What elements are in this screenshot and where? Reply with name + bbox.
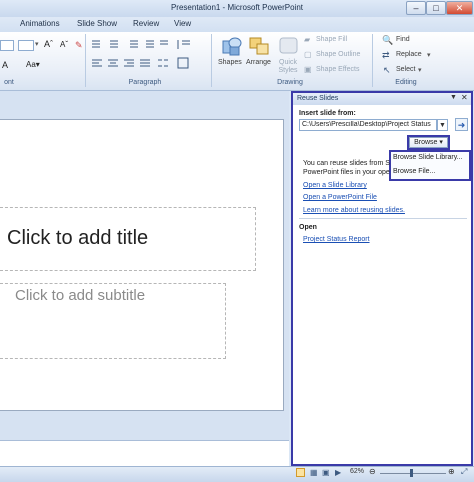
ribbon-tabs — [0, 17, 474, 32]
shape-outline-icon: ▢ — [304, 50, 312, 59]
quick-styles-icon[interactable] — [278, 35, 300, 57]
shrink-font-icon[interactable]: Aˇ — [60, 40, 68, 49]
status-bar — [0, 466, 474, 482]
tab-animations[interactable]: Animations — [20, 19, 60, 28]
ribbon-separator — [85, 34, 86, 87]
font-size-box[interactable] — [18, 40, 34, 51]
browse-button[interactable]: Browse ▾ — [409, 137, 448, 148]
subtitle-placeholder-text[interactable]: Click to add subtitle — [15, 287, 145, 304]
browse-file-item[interactable]: Browse File... — [393, 168, 435, 175]
info-text-line2: PowerPoint files in your ope — [303, 169, 390, 176]
arrange-button[interactable]: Arrange — [246, 59, 271, 66]
case-icon[interactable]: Aa▾ — [26, 60, 40, 69]
slide-show-icon[interactable]: ▶ — [335, 468, 341, 477]
insert-from-label: Insert slide from: — [299, 110, 356, 117]
go-arrow-icon[interactable]: ➜ — [455, 118, 468, 131]
ribbon-separator — [372, 34, 373, 87]
select-button[interactable]: Select — [396, 66, 415, 73]
pane-options-icon[interactable]: ▼ — [450, 94, 457, 101]
group-label-drawing: Drawing — [277, 79, 303, 86]
tab-review[interactable]: Review — [133, 19, 159, 28]
fit-slide-icon[interactable]: ⤢ — [461, 467, 467, 477]
group-label-paragraph: Paragraph — [128, 79, 162, 86]
tab-view[interactable]: View — [174, 19, 191, 28]
browse-slide-library-item[interactable]: Browse Slide Library... — [393, 154, 463, 161]
font-size-dropdown-icon[interactable]: ▾ — [35, 40, 39, 48]
zoom-out-icon[interactable]: ⊖ — [369, 467, 376, 476]
recent-file-link[interactable]: Project Status Report — [303, 236, 370, 243]
replace-dropdown-icon[interactable]: ▾ — [427, 51, 431, 59]
replace-icon: ⇄ — [382, 50, 390, 60]
zoom-slider-thumb[interactable] — [410, 469, 413, 477]
grow-font-icon[interactable]: Aˆ — [44, 39, 53, 49]
open-slide-library-link[interactable]: Open a Slide Library — [303, 182, 367, 189]
shape-fill-button[interactable]: Shape Fill — [316, 36, 347, 43]
shape-effects-button[interactable]: Shape Effects — [316, 66, 359, 73]
learn-more-link[interactable]: Learn more about reusing slides. — [303, 207, 405, 214]
path-dropdown-icon[interactable]: ▼ — [437, 119, 448, 131]
shape-effects-icon: ▣ — [304, 65, 312, 74]
pane-title: Reuse Slides — [297, 95, 339, 102]
pane-close-icon[interactable]: ✕ — [461, 93, 468, 102]
window-title: Presentation1 - Microsoft PowerPoint — [170, 3, 304, 12]
slide-sorter-icon[interactable]: ▦ — [310, 468, 318, 477]
group-label-editing: Editing — [395, 79, 417, 86]
find-icon: 🔍 — [382, 35, 394, 45]
zoom-slider-track[interactable] — [380, 473, 446, 474]
find-button[interactable]: Find — [396, 36, 410, 43]
ribbon-separator — [211, 34, 212, 87]
normal-view-icon[interactable] — [296, 468, 305, 477]
browse-button-label: Browse — [414, 139, 438, 146]
zoom-level[interactable]: 62% — [350, 468, 364, 475]
shape-outline-button[interactable]: Shape Outline — [316, 51, 360, 58]
minimize-button[interactable]: – — [406, 1, 426, 15]
group-label-font: ont — [4, 79, 14, 86]
open-heading: Open — [299, 224, 317, 231]
info-text-line1: You can reuse slides from S — [303, 160, 390, 167]
open-powerpoint-file-link[interactable]: Open a PowerPoint File — [303, 194, 377, 201]
clear-format-icon[interactable]: ✎ — [75, 40, 83, 51]
paragraph-controls[interactable] — [90, 38, 205, 72]
notes-pane[interactable] — [0, 440, 289, 467]
pane-divider — [299, 218, 467, 219]
select-icon: ↖ — [383, 65, 391, 75]
arrange-icon[interactable] — [248, 35, 272, 57]
select-dropdown-icon[interactable]: ▾ — [418, 66, 422, 74]
tab-slide-show[interactable]: Slide Show — [77, 19, 117, 28]
shapes-icon[interactable] — [220, 35, 244, 57]
path-input-value: C:\Users\Prescilla\Desktop\Project Statu… — [302, 121, 431, 128]
shape-fill-icon: ▰ — [304, 35, 311, 44]
font-color-icon[interactable]: A — [2, 60, 8, 70]
replace-button[interactable]: Replace — [396, 51, 422, 58]
reading-view-icon[interactable]: ▣ — [322, 468, 330, 477]
font-name-box[interactable] — [0, 40, 14, 51]
browse-dropdown-icon: ▾ — [439, 139, 443, 146]
shapes-button[interactable]: Shapes — [218, 59, 242, 66]
maximize-button[interactable]: □ — [426, 1, 446, 15]
quick-styles-button[interactable]: Quick Styles — [277, 59, 299, 75]
zoom-in-icon[interactable]: ⊕ — [448, 467, 455, 476]
close-window-button[interactable]: ✕ — [446, 1, 473, 15]
title-placeholder-text[interactable]: Click to add title — [7, 227, 148, 250]
